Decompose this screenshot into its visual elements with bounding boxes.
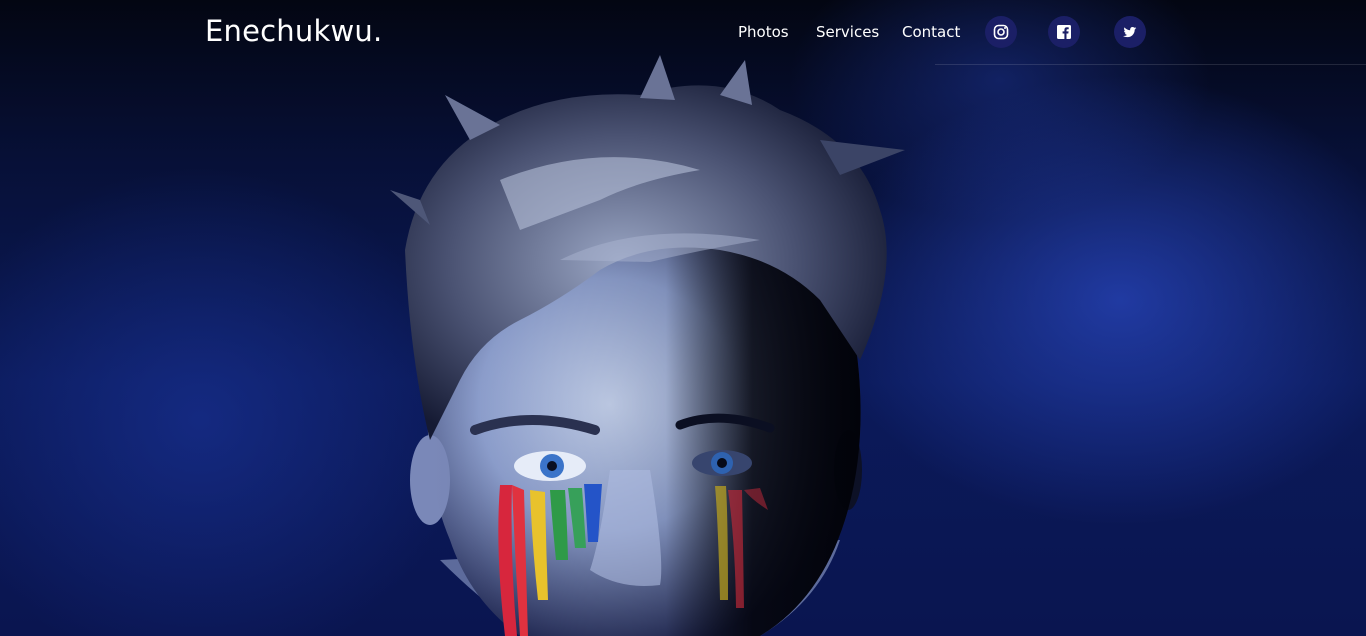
facebook-button[interactable] bbox=[1048, 16, 1080, 48]
nav-link-photos[interactable]: Photos bbox=[738, 23, 789, 41]
nav-link-services[interactable]: Services bbox=[816, 23, 879, 41]
instagram-icon bbox=[993, 24, 1009, 40]
twitter-icon bbox=[1121, 24, 1139, 40]
nav-link-contact[interactable]: Contact bbox=[902, 23, 960, 41]
twitter-button[interactable] bbox=[1114, 16, 1146, 48]
facebook-icon bbox=[1056, 24, 1072, 40]
hero-section bbox=[0, 0, 1366, 636]
top-navbar: Enechukwu. Photos Services Contact bbox=[0, 0, 1366, 65]
hero-photo bbox=[390, 55, 905, 636]
instagram-button[interactable] bbox=[985, 16, 1017, 48]
nav-divider bbox=[935, 64, 1366, 65]
brand-logo[interactable]: Enechukwu. bbox=[205, 14, 382, 48]
